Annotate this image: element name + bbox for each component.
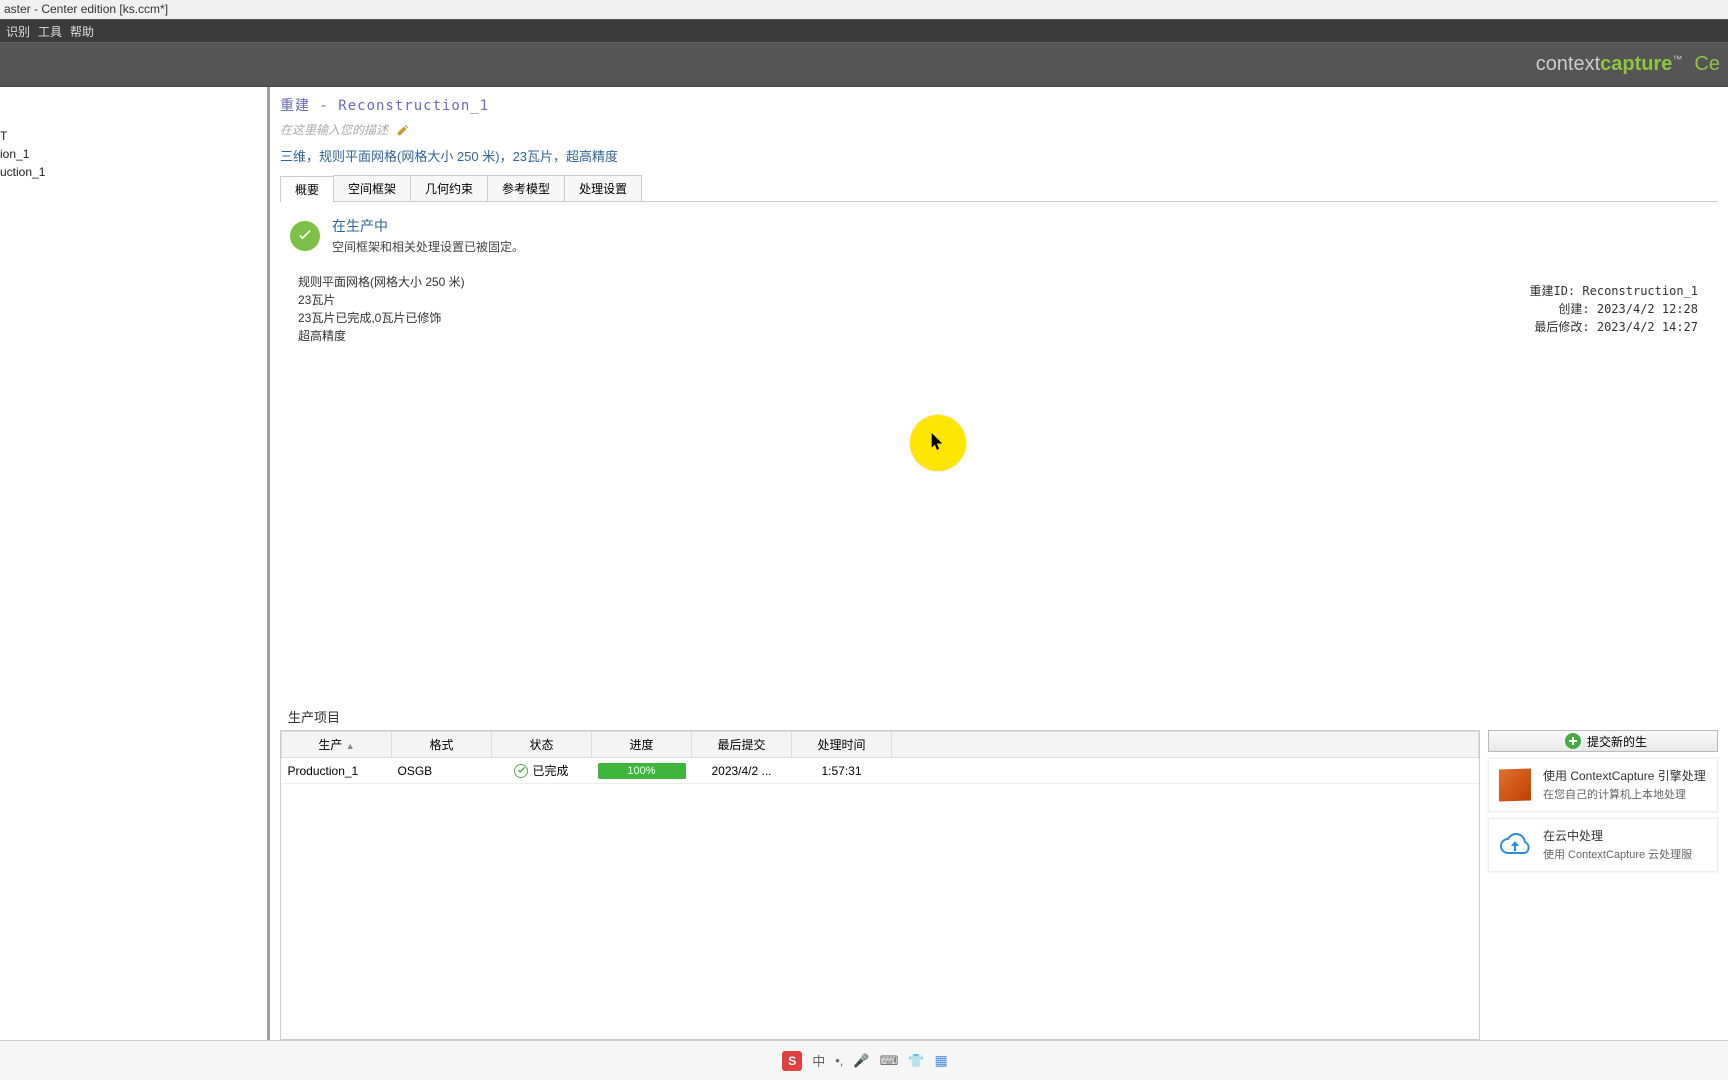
productions-table: 生产 ▲ 格式 状态 进度 最后提交 处理时间 Product [280,730,1480,1040]
production-actions: 提交新的生 使用 ContextCapture 引擎处理 在您自己的计算机上本地… [1488,730,1718,1040]
tree-reconstruction[interactable]: uction_1 [0,163,267,181]
project-tree: T ion_1 uction_1 [0,87,270,1040]
col-processing-time[interactable]: 处理时间 [792,732,892,758]
page-title: 重建 - Reconstruction_1 [280,95,1718,115]
cell-production-name: Production_1 [282,758,392,784]
taskbar: S 中 •, 🎤 ⌨ 👕 ▦ [0,1040,1728,1080]
menu-tools[interactable]: 工具 [38,23,62,40]
cell-format: OSGB [392,758,492,784]
reconstruction-summary: 三维，规则平面网格(网格大小 250 米)，23瓦片，超高精度 [280,146,1718,165]
cursor-highlight [910,415,966,471]
detail-grid: 规则平面网格(网格大小 250 米) [298,273,1718,291]
description-placeholder: 在这里输入您的描述 [280,121,388,138]
local-engine-card[interactable]: 使用 ContextCapture 引擎处理 在您自己的计算机上本地处理 [1488,758,1718,812]
cloud-card-title: 在云中处理 [1543,827,1692,844]
cloud-card-sub: 使用 ContextCapture 云处理服 [1543,846,1692,862]
tab-overview[interactable]: 概要 [280,176,334,202]
main-panel: 重建 - Reconstruction_1 在这里输入您的描述 三维，规则平面网… [270,87,1728,1040]
tree-root[interactable]: T [0,127,267,145]
col-status[interactable]: 状态 [492,732,592,758]
tab-reference-model[interactable]: 参考模型 [487,175,565,201]
microphone-icon[interactable]: 🎤 [853,1053,869,1069]
status-done-icon [514,764,528,778]
reconstruction-details: 规则平面网格(网格大小 250 米) 23瓦片 23瓦片已完成,0瓦片已修饰 超… [280,273,1718,345]
detail-tile-status: 23瓦片已完成,0瓦片已修饰 [298,309,1718,327]
apps-grid-icon[interactable]: ▦ [935,1052,946,1069]
submit-new-production-button[interactable]: 提交新的生 [1488,730,1718,752]
engine-card-title: 使用 ContextCapture 引擎处理 [1543,767,1706,784]
status-subtitle: 空间框架和相关处理设置已被固定。 [332,238,524,255]
productions-title: 生产项目 [280,707,1718,726]
window-title: aster - Center edition [ks.ccm*] [4,2,168,16]
cell-last-submit: 2023/4/2 ... [692,758,792,784]
col-format[interactable]: 格式 [392,732,492,758]
plus-circle-icon [1565,733,1581,749]
ime-badge-icon[interactable]: S [782,1051,802,1071]
detail-tiles: 23瓦片 [298,291,1718,309]
tree-block[interactable]: ion_1 [0,145,267,163]
cloud-card[interactable]: 在云中处理 使用 ContextCapture 云处理服 [1488,818,1718,872]
keyboard-icon[interactable]: ⌨ [880,1053,899,1069]
brand-logo: contextcapture™ [1536,53,1683,76]
table-header-row: 生产 ▲ 格式 状态 进度 最后提交 处理时间 [282,732,1479,758]
reconstruction-tabs: 概要 空间框架 几何约束 参考模型 处理设置 [280,175,1718,202]
brand-bar: contextcapture™ Ce [0,42,1728,87]
cell-status: 已完成 [492,758,592,784]
title-bar: aster - Center edition [ks.ccm*] [0,0,1728,19]
col-progress[interactable]: 进度 [592,732,692,758]
ime-sep-icon: •, [835,1053,843,1068]
brand-extra: Ce [1694,53,1720,76]
cell-proc-time: 1:57:31 [792,758,892,784]
menu-bar: 识别 工具 帮助 [0,19,1728,42]
detail-precision: 超高精度 [298,327,1718,345]
ime-language[interactable]: 中 [812,1051,825,1070]
col-production[interactable]: 生产 ▲ [282,732,392,758]
sort-asc-icon: ▲ [346,741,355,751]
edit-description-icon[interactable] [396,123,410,137]
check-circle-icon [290,221,320,251]
cloud-upload-icon [1497,827,1533,863]
tab-processing-settings[interactable]: 处理设置 [564,175,642,201]
progress-bar: 100% [598,763,686,779]
col-last-submit[interactable]: 最后提交 [692,732,792,758]
menu-help[interactable]: 帮助 [70,23,94,40]
engine-box-icon [1497,767,1533,803]
tab-geometry-constraints[interactable]: 几何约束 [410,175,488,201]
clothing-icon[interactable]: 👕 [908,1053,924,1069]
table-row[interactable]: Production_1 OSGB 已完成 100% 2023/4/2 ... … [282,758,1479,784]
col-spacer [892,732,1479,758]
productions-section: 生产项目 生产 ▲ 格式 状态 进度 最后提交 [280,707,1718,1040]
tab-spatial-framework[interactable]: 空间框架 [333,175,411,201]
status-row: 在生产中 空间框架和相关处理设置已被固定。 [280,216,1718,255]
reconstruction-meta: 重建ID: Reconstruction_1 创建: 2023/4/2 12:2… [1529,282,1698,336]
engine-card-sub: 在您自己的计算机上本地处理 [1543,786,1706,802]
cell-progress: 100% [592,758,692,784]
menu-recognize[interactable]: 识别 [6,23,30,40]
status-title: 在生产中 [332,216,524,236]
